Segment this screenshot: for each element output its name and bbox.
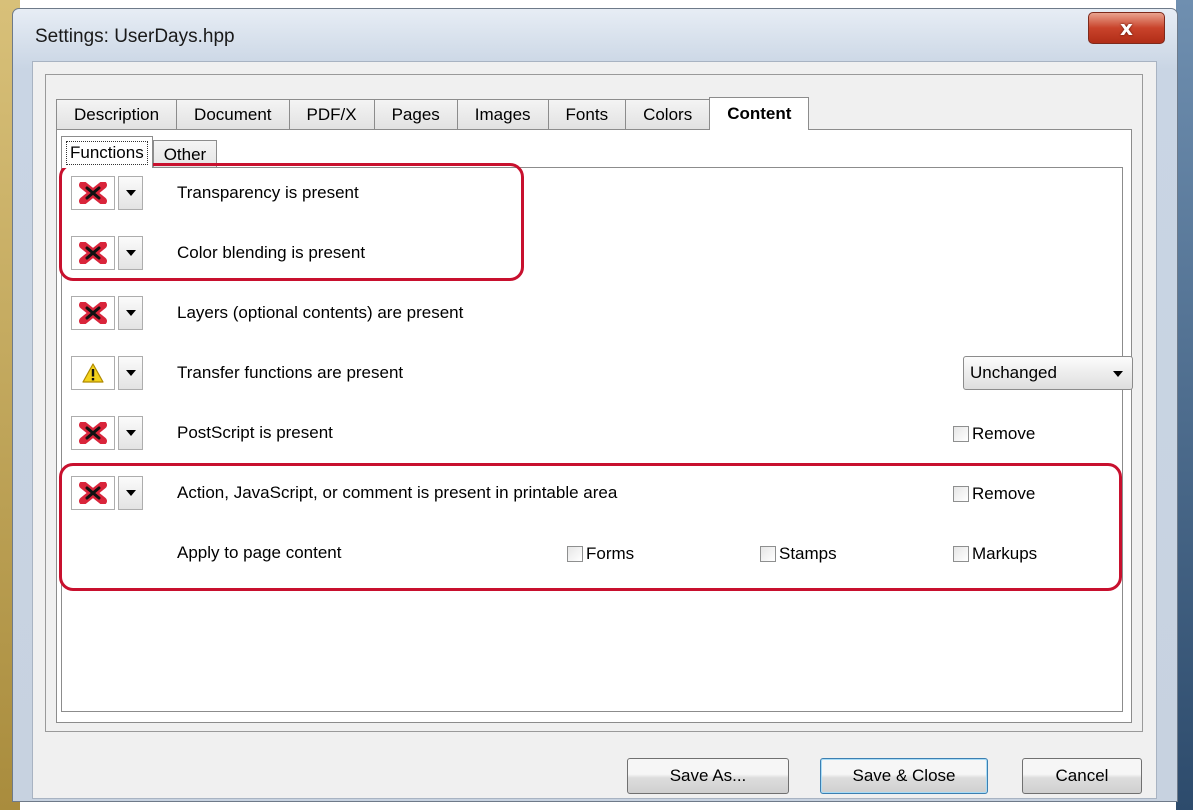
error-x-icon bbox=[79, 422, 107, 444]
chevron-down-icon bbox=[125, 430, 136, 436]
severity-dropdown-button[interactable] bbox=[118, 296, 143, 330]
desktop-background-right bbox=[1176, 0, 1193, 810]
close-button[interactable]: x bbox=[1088, 12, 1165, 44]
chevron-down-icon bbox=[125, 310, 136, 316]
checkbox-box[interactable] bbox=[953, 426, 969, 442]
window-title: Settings: UserDays.hpp bbox=[35, 26, 235, 47]
save-and-close-button[interactable]: Save & Close bbox=[820, 758, 988, 794]
row-label: Transfer functions are present bbox=[177, 363, 404, 382]
highlight-outline-top bbox=[59, 163, 524, 281]
tab-functions[interactable]: Functions bbox=[61, 136, 153, 168]
cancel-button[interactable]: Cancel bbox=[1022, 758, 1142, 794]
severity-selector[interactable] bbox=[71, 416, 115, 450]
tab-pages[interactable]: Pages bbox=[373, 99, 458, 130]
severity-selector[interactable] bbox=[71, 356, 115, 390]
row-label: Layers (optional contents) are present bbox=[177, 303, 464, 322]
check-row-layers: Layers (optional contents) are present bbox=[62, 296, 1122, 332]
tab-description[interactable]: Description bbox=[56, 99, 178, 130]
severity-dropdown-button[interactable] bbox=[118, 356, 143, 390]
settings-group: Description Document PDF/X Pages Images … bbox=[45, 74, 1143, 732]
chevron-down-icon bbox=[125, 370, 136, 376]
error-x-icon bbox=[79, 302, 107, 324]
chevron-down-icon bbox=[1113, 371, 1123, 377]
dialog-client-area: Description Document PDF/X Pages Images … bbox=[32, 61, 1157, 799]
content-tab-page: Functions Other Transparency is present … bbox=[56, 129, 1133, 723]
select-value: Unchanged bbox=[970, 363, 1057, 382]
main-tab-strip: Description Document PDF/X Pages Images … bbox=[56, 97, 810, 130]
settings-dialog: Settings: UserDays.hpp x Description Doc… bbox=[12, 8, 1178, 802]
tab-document[interactable]: Document bbox=[176, 99, 290, 130]
highlight-outline-bottom bbox=[59, 463, 1122, 591]
functions-panel: Transparency is present Color blending i… bbox=[59, 163, 1133, 712]
severity-selector[interactable] bbox=[71, 296, 115, 330]
severity-dropdown-button[interactable] bbox=[118, 416, 143, 450]
tab-colors[interactable]: Colors bbox=[625, 99, 711, 130]
tab-fonts[interactable]: Fonts bbox=[547, 99, 627, 130]
warning-icon bbox=[82, 363, 104, 383]
checkbox-label: Remove bbox=[972, 424, 1036, 443]
transfer-functions-select[interactable]: Unchanged bbox=[963, 356, 1133, 390]
tab-pdfx[interactable]: PDF/X bbox=[288, 99, 375, 130]
tab-images[interactable]: Images bbox=[456, 99, 549, 130]
check-row-transfer-functions: Transfer functions are present Unchanged bbox=[62, 356, 1133, 392]
check-row-postscript: PostScript is present Remove bbox=[62, 416, 1122, 452]
tab-content[interactable]: Content bbox=[709, 97, 810, 130]
postscript-remove-checkbox[interactable]: Remove bbox=[953, 424, 1035, 444]
close-icon: x bbox=[1120, 16, 1133, 40]
title-bar[interactable]: Settings: UserDays.hpp x bbox=[13, 9, 1177, 59]
save-as-button[interactable]: Save As... bbox=[627, 758, 789, 794]
tab-functions-label: Functions bbox=[66, 140, 148, 165]
row-label: PostScript is present bbox=[177, 423, 333, 442]
